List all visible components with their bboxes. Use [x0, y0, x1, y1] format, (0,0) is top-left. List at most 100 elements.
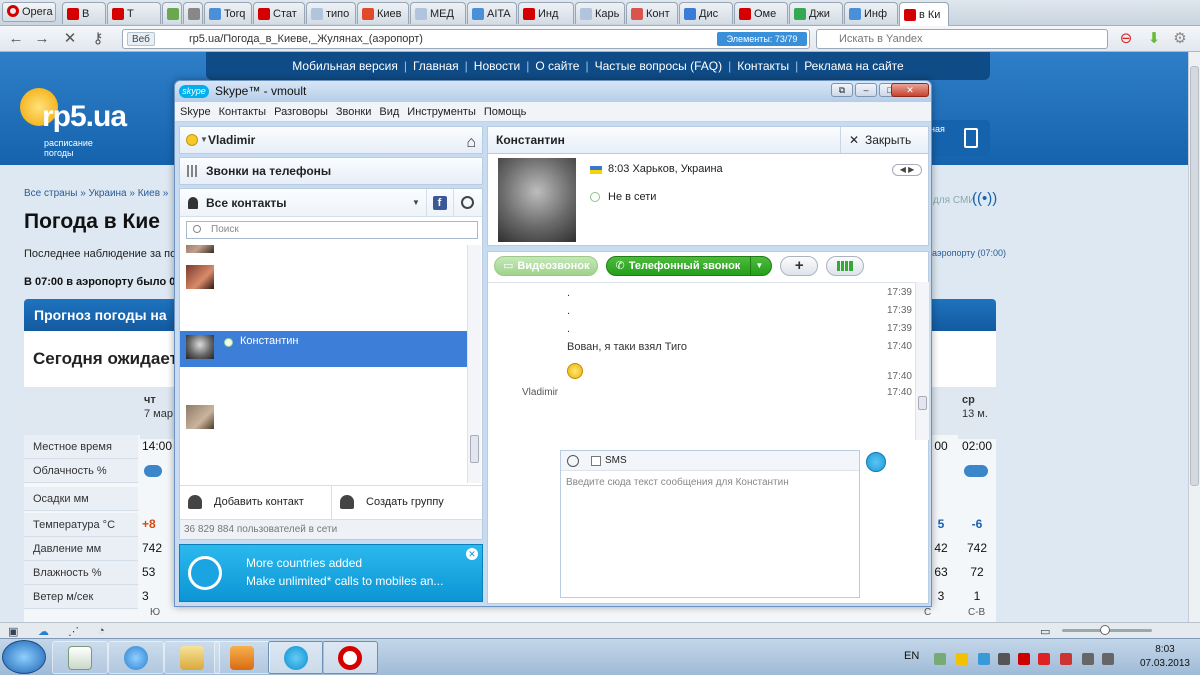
sms-checkbox[interactable]	[591, 456, 601, 466]
tray-app-icon[interactable]	[978, 653, 990, 665]
network-icon[interactable]	[1082, 653, 1094, 665]
tray-app-icon[interactable]	[956, 653, 968, 665]
contact-search-input[interactable]: Поиск	[186, 221, 478, 239]
list-item[interactable]	[180, 245, 467, 261]
taskbar-explorer-app[interactable]	[52, 641, 108, 674]
breadcrumb[interactable]: Все страны » Украина » Киев »	[24, 188, 168, 199]
list-item[interactable]	[180, 261, 467, 297]
start-button[interactable]	[2, 640, 46, 674]
browser-tab[interactable]	[183, 2, 203, 24]
phone-call-button[interactable]: ✆ Телефонный звонок ▼	[606, 256, 773, 276]
broadcast-icon[interactable]: ((•))	[972, 190, 997, 207]
promo-banner[interactable]: More countries added Make unlimited* cal…	[179, 544, 483, 602]
add-contact-button[interactable]: Добавить контакт	[180, 486, 330, 520]
create-group-button[interactable]: Создать группу	[331, 486, 482, 520]
page-scroll-thumb[interactable]	[1190, 66, 1199, 486]
contacts-filter[interactable]: Все контакты ▼ f	[180, 189, 482, 217]
status-away-icon[interactable]	[186, 134, 198, 146]
browser-tab[interactable]: Стат	[253, 2, 305, 24]
settings-icon[interactable]: ⚙	[1170, 29, 1190, 49]
taskbar-ie[interactable]	[108, 641, 164, 674]
browser-tab[interactable]: AITA	[467, 2, 517, 24]
browser-tab[interactable]: Т	[107, 2, 161, 24]
site-nav-link[interactable]: Частые вопросы (FAQ)	[589, 52, 729, 80]
back-icon[interactable]: ←	[6, 29, 26, 49]
taskbar-folder[interactable]	[164, 641, 220, 674]
emoticon-icon[interactable]	[567, 455, 579, 467]
skype-title-bar[interactable]: skype Skype™ - vmoult ⧉ ‒ □ ✕	[175, 81, 931, 102]
browser-tab[interactable]: в Ки	[899, 2, 949, 26]
skype-menu-item[interactable]: Вид	[379, 102, 399, 121]
tray-app-icon[interactable]	[998, 653, 1010, 665]
taskbar-media[interactable]	[214, 641, 270, 674]
call-quality-button[interactable]	[826, 256, 865, 276]
media-link[interactable]: для СМИ	[933, 195, 976, 206]
facebook-tab[interactable]: f	[426, 189, 452, 216]
video-call-button[interactable]: ▭ Видеозвонок	[494, 256, 599, 276]
browser-tab[interactable]: Конт	[626, 2, 678, 24]
scroll-thumb[interactable]	[470, 435, 479, 463]
speed-dial-icon[interactable]: ◔	[98, 625, 105, 637]
my-profile-bar[interactable]: ▼ Vladimir ⌂	[179, 126, 483, 154]
browser-tab[interactable]: Дис	[679, 2, 733, 24]
opera-menu-button[interactable]: Opera	[2, 2, 56, 22]
site-logo[interactable]: rp5.ua	[42, 100, 127, 134]
history-tab[interactable]	[453, 189, 481, 216]
browser-tab[interactable]: Оме	[734, 2, 788, 24]
chevron-down-icon[interactable]: ▼	[412, 189, 420, 217]
close-icon[interactable]: ✕	[466, 548, 478, 560]
cloud-icon[interactable]: ☁	[38, 625, 49, 638]
close-window-button[interactable]: ✕	[891, 83, 929, 97]
volume-icon[interactable]	[1102, 653, 1114, 665]
browser-tab[interactable]: Torq	[204, 2, 252, 24]
airport-link[interactable]: аэропорту (07:00)	[932, 248, 1006, 258]
chevron-down-icon[interactable]: ▼	[750, 256, 763, 276]
yandex-search-input[interactable]: Искать в Yandex	[816, 29, 1108, 49]
browser-tab[interactable]: МЕД	[410, 2, 466, 24]
site-nav-link[interactable]: Главная	[407, 52, 465, 80]
contacts-scrollbar[interactable]	[467, 245, 481, 483]
block-icon[interactable]: ⊖	[1116, 29, 1136, 49]
browser-tab[interactable]: В	[62, 2, 106, 24]
minimize-button[interactable]: ‒	[855, 83, 877, 97]
skype-menu-item[interactable]: Помощь	[484, 102, 527, 121]
profile-pager[interactable]: ◀ ▶	[892, 164, 922, 176]
stop-icon[interactable]: ✕	[60, 29, 80, 49]
browser-tab[interactable]: Карь	[575, 2, 625, 24]
view-icon[interactable]: ▭	[1040, 625, 1050, 638]
skype-menu-item[interactable]: Инструменты	[407, 102, 476, 121]
scroll-thumb[interactable]	[918, 396, 927, 410]
tray-app-icon[interactable]	[1060, 653, 1072, 665]
chevron-down-icon[interactable]: ▼	[200, 127, 208, 153]
skype-menu-item[interactable]: Skype	[180, 102, 211, 121]
site-nav-link[interactable]: О сайте	[529, 52, 585, 80]
share-icon[interactable]: ⋰	[68, 625, 79, 638]
panel-toggle-icon[interactable]: ▣	[8, 625, 18, 638]
browser-tab[interactable]: Киев	[357, 2, 409, 24]
browser-tab[interactable]: Инд	[518, 2, 574, 24]
contact-photo[interactable]	[498, 158, 576, 242]
browser-tab[interactable]: типо	[306, 2, 356, 24]
skype-menu-item[interactable]: Разговоры	[274, 102, 328, 121]
site-nav-link[interactable]: Новости	[468, 52, 526, 80]
site-nav-link[interactable]: Мобильная версия	[286, 52, 404, 80]
download-icon[interactable]: ⬇	[1144, 29, 1164, 49]
call-phones-bar[interactable]: Звонки на телефоны	[179, 157, 483, 185]
list-item[interactable]	[180, 401, 467, 437]
site-nav-link[interactable]: Контакты	[731, 52, 795, 80]
send-button[interactable]	[866, 452, 886, 472]
site-nav-link[interactable]: Реклама на сайте	[798, 52, 910, 80]
page-scrollbar[interactable]	[1188, 52, 1200, 622]
key-icon[interactable]: ⚷	[88, 29, 108, 49]
browser-tab[interactable]	[162, 2, 182, 24]
home-icon[interactable]: ⌂	[466, 130, 476, 156]
mobile-banner[interactable]: ная	[930, 120, 990, 156]
elements-badge[interactable]: Элементы: 73/79	[717, 32, 807, 46]
compact-view-button[interactable]: ⧉	[831, 83, 853, 97]
close-conversation-button[interactable]: ✕ Закрыть	[840, 127, 928, 153]
taskbar-opera[interactable]	[322, 641, 378, 674]
forward-icon[interactable]: →	[32, 29, 52, 49]
taskbar-skype[interactable]	[268, 641, 324, 674]
browser-tab[interactable]: Инф	[844, 2, 898, 24]
clock[interactable]: 8:03 07.03.2013	[1140, 643, 1190, 671]
